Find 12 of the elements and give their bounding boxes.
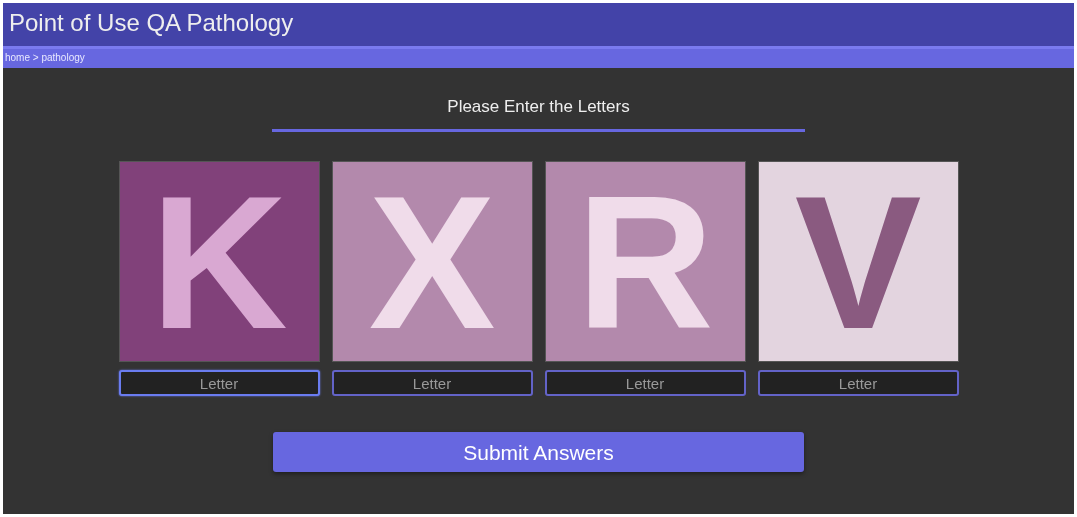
captcha-letter: R — [576, 166, 714, 357]
captcha-letter: K — [150, 166, 288, 357]
app-header: Point of Use QA Pathology — [3, 3, 1074, 49]
letter-input[interactable]: Letter — [118, 370, 320, 397]
submit-button[interactable]: Submit Answers — [273, 432, 804, 473]
letter-input[interactable]: Letter — [757, 370, 959, 397]
breadcrumb: home > pathology — [5, 51, 85, 63]
letter-input[interactable]: Letter — [331, 370, 533, 397]
captcha-letter: X — [368, 166, 496, 357]
prompt-text: Please Enter the Letters — [447, 95, 630, 118]
letter-input[interactable]: Letter — [544, 370, 746, 397]
captcha-letter: V — [794, 166, 922, 357]
